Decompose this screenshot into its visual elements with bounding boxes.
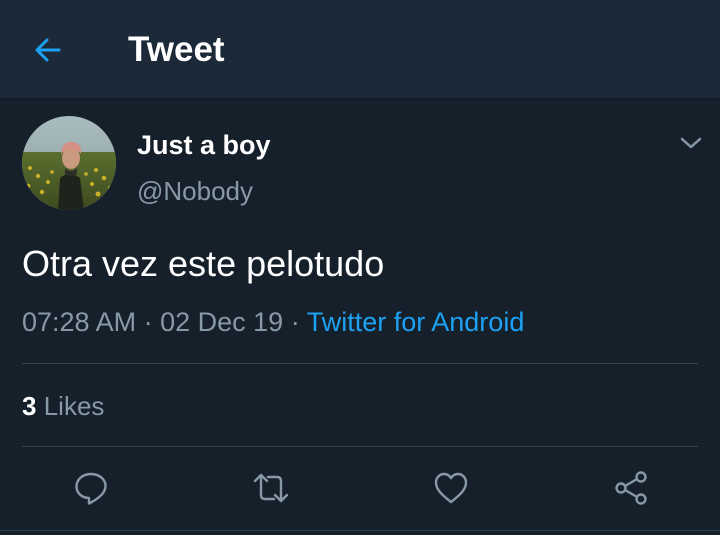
retweet-icon (253, 473, 289, 503)
profile-photo (22, 116, 116, 210)
speech-bubble-icon (75, 472, 107, 505)
heart-icon (434, 472, 468, 504)
likes-count-link[interactable]: 3 Likes (22, 389, 104, 423)
tweet-text: Otra vez este pelotudo (22, 243, 385, 284)
tweet-date: 02 Dec 19 (160, 307, 284, 337)
avatar[interactable] (22, 116, 116, 210)
tweet-metadata: 07:28 AM · 02 Dec 19 · Twitter for Andro… (22, 304, 524, 340)
likes-label: Likes (43, 391, 105, 421)
retweet-button[interactable] (249, 466, 293, 510)
tweet-time: 07:28 AM (22, 307, 137, 337)
page-title: Tweet (128, 30, 225, 69)
tweet-detail: Just a boy @Nobody Otra vez este pelotud… (0, 99, 720, 535)
meta-separator: · (290, 307, 300, 337)
divider (0, 530, 720, 531)
likes-count: 3 (22, 391, 37, 421)
top-bar: Tweet (0, 0, 720, 99)
arrow-left-icon (35, 38, 61, 62)
divider (22, 446, 698, 447)
share-icon (615, 471, 647, 505)
meta-separator: · (143, 307, 153, 337)
share-button[interactable] (609, 466, 653, 510)
tweet-source-link[interactable]: Twitter for Android (307, 307, 525, 337)
like-button[interactable] (429, 466, 473, 510)
author-display-name[interactable]: Just a boy (137, 129, 271, 161)
back-button[interactable] (28, 30, 68, 70)
more-options-button[interactable] (676, 129, 706, 157)
reply-button[interactable] (69, 466, 113, 510)
chevron-down-icon (680, 137, 702, 149)
divider (22, 363, 698, 364)
author-handle[interactable]: @Nobody (137, 175, 253, 207)
